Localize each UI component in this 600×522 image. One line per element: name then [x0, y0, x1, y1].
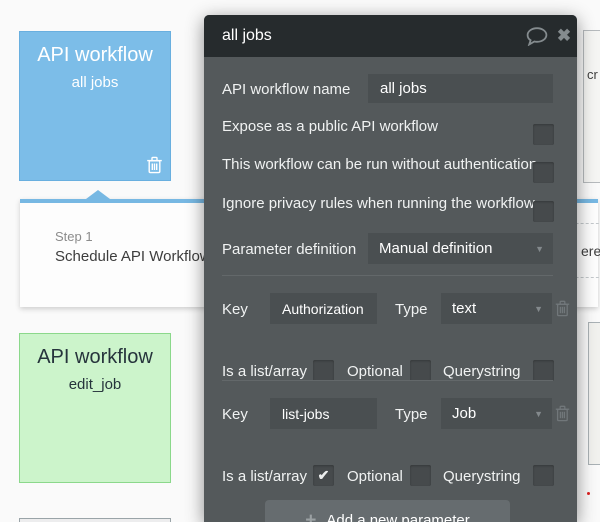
- dialog-header[interactable]: all jobs ✖: [204, 15, 577, 57]
- plus-icon: +: [305, 509, 317, 522]
- param2-list-checkbox[interactable]: ✔: [313, 465, 334, 486]
- divider: [222, 380, 553, 381]
- param-definition-label: Parameter definition: [222, 241, 357, 258]
- issue-marker-dot: [587, 492, 590, 495]
- param2-querystring-checkbox[interactable]: [533, 465, 554, 486]
- workflow-card-subtitle: edit_job: [68, 376, 122, 393]
- background-card-fragment-bottom[interactable]: [19, 518, 171, 522]
- divider: [222, 275, 553, 276]
- workflow-card-edit-job[interactable]: API workflow edit_job: [19, 333, 171, 483]
- workflow-name-label: API workflow name: [222, 81, 351, 98]
- ignore-privacy-checkbox[interactable]: [533, 201, 554, 222]
- param2-type-dropdown[interactable]: Job ▼: [441, 398, 552, 429]
- workflow-card-title: API workflow: [37, 44, 153, 66]
- workflow-canvas: API workflow all jobs Step 1 Schedule AP…: [0, 0, 600, 522]
- chevron-down-icon: ▼: [534, 408, 543, 419]
- param2-type-label: Type: [395, 406, 428, 423]
- chevron-down-icon: ▼: [535, 243, 544, 254]
- no-auth-checkbox[interactable]: [533, 162, 554, 183]
- workflow-card-subtitle: all jobs: [71, 74, 119, 91]
- param-definition-dropdown[interactable]: Manual definition ▼: [368, 233, 553, 264]
- add-parameter-button[interactable]: + Add a new parameter: [265, 500, 510, 522]
- param2-list-label: Is a list/array: [222, 468, 308, 485]
- param1-list-label: Is a list/array: [222, 363, 308, 380]
- param1-querystring-checkbox[interactable]: [533, 360, 554, 381]
- param1-querystring-label: Querystring: [443, 363, 521, 380]
- param1-type-label: Type: [395, 301, 428, 318]
- close-icon[interactable]: ✖: [552, 15, 576, 57]
- background-card-fragment-middle[interactable]: [588, 322, 600, 465]
- param1-list-checkbox[interactable]: [313, 360, 334, 381]
- expose-public-label: Expose as a public API workflow: [222, 118, 438, 135]
- param1-optional-checkbox[interactable]: [410, 360, 431, 381]
- workflow-card-all-jobs[interactable]: API workflow all jobs: [19, 31, 171, 181]
- step-number-label: Step 1: [55, 229, 93, 244]
- property-editor-dialog: all jobs ✖ API workflow name all jobs Ex…: [204, 15, 577, 522]
- expose-public-checkbox[interactable]: [533, 124, 554, 145]
- comment-icon[interactable]: [526, 27, 548, 46]
- param1-key-input[interactable]: Authorization: [270, 293, 377, 324]
- chevron-down-icon: ▼: [534, 303, 543, 314]
- background-card-fragment-top[interactable]: cr: [583, 30, 600, 183]
- param2-optional-checkbox[interactable]: [410, 465, 431, 486]
- param2-key-label: Key: [222, 406, 248, 423]
- param2-querystring-label: Querystring: [443, 468, 521, 485]
- step-title: Schedule API Workflow o: [55, 248, 224, 265]
- dialog-title: all jobs: [222, 27, 272, 44]
- param2-trash-icon[interactable]: [555, 405, 570, 422]
- param2-optional-label: Optional: [347, 468, 403, 485]
- step-card-arrow-icon: [86, 190, 110, 199]
- workflow-name-input[interactable]: all jobs: [368, 74, 553, 103]
- workflow-card-title: API workflow: [37, 346, 153, 368]
- param1-optional-label: Optional: [347, 363, 403, 380]
- ignore-privacy-label: Ignore privacy rules when running the wo…: [222, 195, 535, 212]
- background-card-fragment-text: cr: [587, 67, 598, 82]
- param1-type-dropdown[interactable]: text ▼: [441, 293, 552, 324]
- param1-trash-icon[interactable]: [555, 300, 570, 317]
- trash-icon[interactable]: [146, 156, 163, 174]
- param2-key-input[interactable]: list-jobs: [270, 398, 377, 429]
- param1-key-label: Key: [222, 301, 248, 318]
- add-action-placeholder-text: ere: [581, 243, 600, 259]
- no-auth-label: This workflow can be run without authent…: [222, 156, 538, 173]
